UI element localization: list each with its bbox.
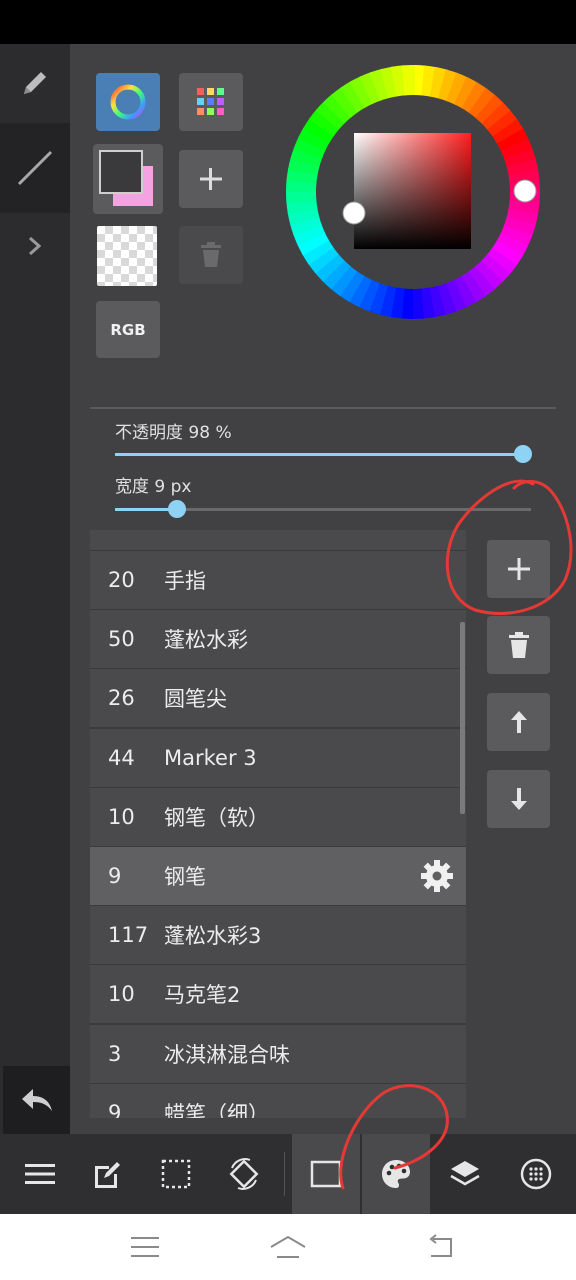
arrow-up-icon — [510, 711, 527, 733]
palette-icon — [382, 1160, 410, 1188]
plus-icon — [507, 558, 530, 580]
line-tool-button[interactable] — [0, 123, 70, 213]
nav-menu-icon — [131, 1237, 159, 1257]
nav-home-button[interactable] — [248, 1214, 328, 1280]
brush-list-item[interactable]: 9 蜡笔（细） — [90, 1083, 466, 1118]
rgb-label: RGB — [110, 320, 146, 339]
opacity-slider[interactable] — [115, 445, 532, 463]
trash-icon — [508, 632, 529, 658]
arrow-down-icon — [510, 788, 527, 810]
delete-color-button[interactable] — [179, 226, 243, 284]
rgb-mode-button[interactable]: RGB — [96, 301, 160, 358]
color-wheel-icon — [110, 84, 146, 120]
sv-handle[interactable] — [342, 201, 366, 225]
layers-button[interactable] — [431, 1134, 499, 1214]
brush-size: 10 — [108, 982, 135, 1007]
brush-list-item[interactable]: 117 蓬松水彩3 — [90, 906, 466, 965]
rotate-icon — [229, 1158, 259, 1190]
color-wheel-mode-button[interactable] — [96, 73, 160, 131]
menu-button[interactable] — [6, 1134, 74, 1214]
menu-icon — [25, 1164, 55, 1184]
divider — [90, 407, 556, 409]
brush-size: 10 — [108, 804, 135, 829]
canvas-icon — [310, 1160, 342, 1188]
gear-icon[interactable] — [420, 859, 454, 893]
brush-name: 蓬松水彩 — [164, 628, 248, 653]
trash-icon — [201, 242, 221, 267]
nav-back-icon — [429, 1234, 452, 1257]
line-icon — [17, 150, 53, 186]
chevron-right-icon — [29, 236, 42, 256]
edit-icon — [95, 1162, 120, 1188]
plus-icon — [200, 168, 222, 190]
brush-size: 26 — [108, 686, 135, 711]
brush-size: 9 — [108, 1100, 122, 1118]
undo-icon — [21, 1089, 52, 1111]
canvas-button[interactable] — [292, 1134, 360, 1214]
undo-button[interactable] — [3, 1066, 70, 1134]
brush-list-item[interactable]: 9 钢笔 — [90, 847, 466, 905]
brush-size: 9 — [108, 864, 122, 888]
grid-button[interactable] — [502, 1134, 570, 1214]
brush-name: 圆笔尖 — [164, 687, 227, 712]
brush-size: 3 — [108, 1041, 122, 1066]
brush-size: 50 — [108, 627, 135, 652]
brush-name: 马克笔2 — [164, 983, 241, 1008]
selection-button[interactable] — [142, 1134, 210, 1214]
fg-bg-color-swatch[interactable] — [93, 144, 163, 214]
brush-list-item[interactable]: 50 蓬松水彩 — [90, 610, 466, 669]
hue-handle[interactable] — [513, 179, 537, 203]
pencil-tool-button[interactable] — [0, 44, 70, 122]
opacity-slider-thumb[interactable] — [513, 445, 532, 463]
transparent-color-button[interactable] — [97, 226, 157, 286]
edit-button[interactable] — [73, 1134, 141, 1214]
opacity-slider-fill — [115, 453, 523, 456]
bottom-toolbar — [0, 1134, 576, 1214]
brush-name: 手指 — [164, 569, 206, 593]
delete-brush-button[interactable] — [487, 616, 550, 674]
brush-name: 冰淇淋混合味 — [164, 1042, 290, 1067]
status-bar — [0, 0, 576, 44]
left-tool-rail — [0, 44, 70, 1134]
move-brush-down-button[interactable] — [487, 770, 550, 828]
move-brush-up-button[interactable] — [487, 693, 550, 751]
brush-list-item[interactable]: 10 钢笔（软） — [90, 787, 466, 846]
nav-back-button[interactable] — [400, 1214, 480, 1280]
brush-list[interactable]: 20 手指 50 蓬松水彩 26 圆笔尖 44 Marker 3 10 钢笔（软） 9 钢笔 117 蓬松… — [90, 530, 466, 1118]
brush-list-item[interactable]: 3 冰淇淋混合味 — [90, 1024, 466, 1083]
palette-button[interactable] — [362, 1134, 430, 1214]
system-nav-bar — [0, 1214, 576, 1280]
width-label: 宽度 9 px — [115, 477, 192, 497]
brush-list-item[interactable]: 26 圆笔尖 — [90, 669, 466, 728]
layers-icon — [450, 1161, 480, 1186]
primary-color-swatch — [99, 150, 143, 194]
hue-ring[interactable] — [286, 65, 540, 319]
width-slider[interactable] — [115, 500, 531, 518]
brush-size: 44 — [108, 745, 135, 770]
opacity-label: 不透明度 98 % — [115, 423, 232, 443]
brush-list-item[interactable]: 10 马克笔2 — [90, 965, 466, 1024]
brush-size: 20 — [108, 568, 135, 592]
brush-size: 117 — [108, 923, 149, 948]
rotate-button[interactable] — [210, 1134, 278, 1214]
brush-list-scrollbar[interactable] — [460, 622, 465, 814]
nav-menu-button[interactable] — [105, 1214, 185, 1280]
nav-home-icon — [270, 1235, 306, 1258]
brush-list-item[interactable]: 20 手指 — [90, 551, 466, 609]
palette-grid-icon — [197, 88, 224, 115]
pencil-icon — [24, 72, 46, 94]
brush-name: 钢笔 — [164, 865, 206, 889]
brush-list-item[interactable]: 44 Marker 3 — [90, 728, 466, 787]
add-brush-button[interactable] — [487, 540, 550, 598]
selection-icon — [161, 1159, 191, 1189]
brush-name: 蜡笔（细） — [164, 1101, 269, 1118]
expand-rail-button[interactable] — [0, 224, 70, 268]
brush-name: Marker 3 — [164, 745, 257, 770]
add-color-button[interactable] — [179, 150, 243, 208]
brush-name: 蓬松水彩3 — [164, 924, 262, 949]
brush-name: 钢笔（软） — [164, 805, 269, 830]
color-palette-grid-button[interactable] — [179, 73, 243, 131]
grid-icon — [520, 1158, 552, 1190]
